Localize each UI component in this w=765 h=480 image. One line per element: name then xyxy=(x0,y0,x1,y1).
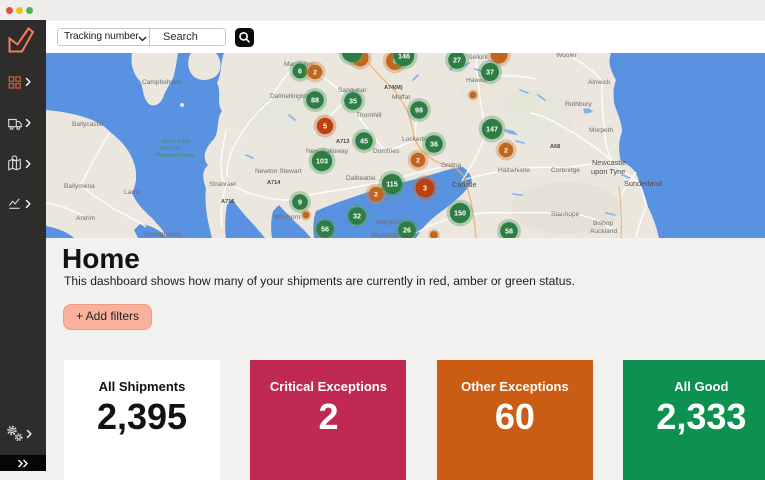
svg-text:Alnwick: Alnwick xyxy=(588,79,611,86)
svg-text:Antrim: Antrim xyxy=(76,215,96,222)
svg-text:Campbeltown: Campbeltown xyxy=(142,79,183,86)
svg-text:Bishop: Bishop xyxy=(593,220,613,227)
svg-text:36: 36 xyxy=(430,140,438,149)
svg-text:Newton Stewart: Newton Stewart xyxy=(255,168,302,175)
svg-text:Protected Area: Protected Area xyxy=(156,153,195,159)
svg-text:Donaghadee: Donaghadee xyxy=(144,231,182,238)
svg-text:Dalbeattie: Dalbeattie xyxy=(346,175,376,182)
svg-text:Selkirk: Selkirk xyxy=(468,54,488,61)
svg-text:Thornhill: Thornhill xyxy=(356,112,382,119)
svg-text:Dumfries: Dumfries xyxy=(373,148,400,155)
svg-text:Stanhope: Stanhope xyxy=(551,211,580,218)
svg-text:Morpeth: Morpeth xyxy=(589,127,614,134)
svg-text:Corbridge: Corbridge xyxy=(551,167,580,174)
svg-text:A713: A713 xyxy=(336,139,349,145)
svg-text:5: 5 xyxy=(323,122,327,131)
svg-text:27: 27 xyxy=(453,56,461,65)
svg-text:Larne: Larne xyxy=(124,189,141,196)
svg-text:98: 98 xyxy=(415,106,423,115)
svg-text:upon Tyne: upon Tyne xyxy=(591,167,625,176)
svg-text:Carlisle: Carlisle xyxy=(452,180,477,189)
svg-text:56: 56 xyxy=(321,225,329,234)
svg-text:Ballycastle: Ballycastle xyxy=(72,121,104,128)
svg-text:45: 45 xyxy=(360,137,368,146)
svg-text:150: 150 xyxy=(454,209,466,218)
svg-text:147: 147 xyxy=(486,125,498,134)
svg-text:Sunderland: Sunderland xyxy=(624,179,662,188)
svg-text:88: 88 xyxy=(311,96,319,105)
svg-text:6: 6 xyxy=(298,67,302,76)
svg-text:Auckland: Auckland xyxy=(590,228,617,235)
svg-text:A714: A714 xyxy=(267,180,281,186)
svg-text:2: 2 xyxy=(374,191,378,198)
svg-text:37: 37 xyxy=(486,68,494,77)
svg-text:146: 146 xyxy=(398,53,410,61)
svg-text:32: 32 xyxy=(353,212,361,221)
svg-text:Wooler: Wooler xyxy=(556,53,578,59)
svg-text:Ballymena: Ballymena xyxy=(64,183,95,190)
svg-text:9: 9 xyxy=(298,198,302,207)
svg-text:103: 103 xyxy=(316,157,328,166)
svg-text:2: 2 xyxy=(313,69,317,76)
svg-text:A716: A716 xyxy=(221,199,234,205)
svg-text:A68: A68 xyxy=(550,144,560,150)
svg-text:Outer Firth: Outer Firth xyxy=(162,139,190,145)
svg-text:2: 2 xyxy=(416,157,420,164)
svg-text:115: 115 xyxy=(386,180,398,189)
svg-text:Moffat: Moffat xyxy=(392,94,410,101)
svg-text:58: 58 xyxy=(505,227,513,236)
svg-text:2: 2 xyxy=(504,147,508,154)
svg-text:Stranraer: Stranraer xyxy=(209,181,237,188)
svg-text:of Clyde: of Clyde xyxy=(160,146,181,152)
svg-text:3: 3 xyxy=(423,184,427,193)
svg-text:A74(M): A74(M) xyxy=(384,85,403,91)
svg-text:Rothbury: Rothbury xyxy=(565,101,592,108)
svg-text:Newcastle: Newcastle xyxy=(592,158,626,167)
svg-text:Whithorn: Whithorn xyxy=(274,214,301,221)
svg-text:Haltwhistle: Haltwhistle xyxy=(498,167,530,174)
svg-text:Gretna: Gretna xyxy=(441,162,461,169)
svg-text:35: 35 xyxy=(349,97,357,106)
svg-text:26: 26 xyxy=(403,226,411,235)
